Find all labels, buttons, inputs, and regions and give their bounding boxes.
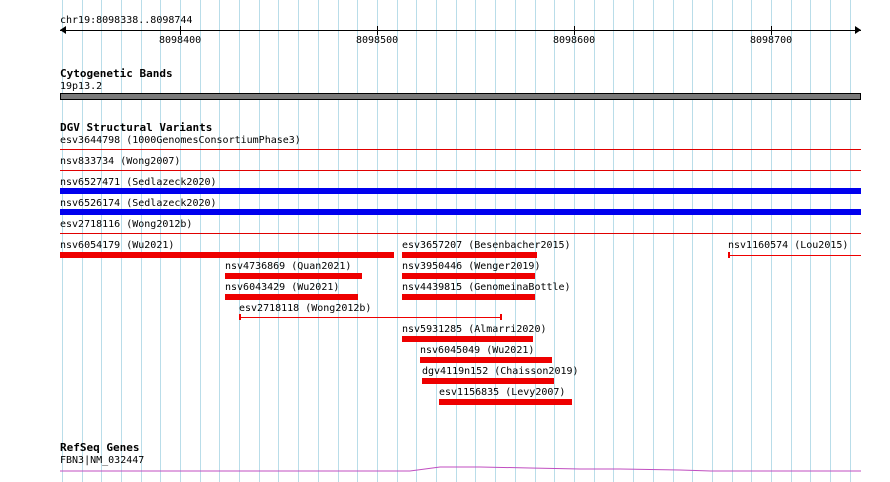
variant-label[interactable]: nsv4736869 (Quan2021) bbox=[225, 261, 351, 272]
ruler-tick bbox=[180, 26, 181, 35]
variant-label[interactable]: esv3657207 (Besenbacher2015) bbox=[402, 240, 571, 251]
cytoband-label: 19p13.2 bbox=[60, 81, 103, 92]
grid-line bbox=[338, 0, 339, 482]
variant-glyph[interactable] bbox=[225, 273, 362, 279]
variant-glyph[interactable] bbox=[728, 255, 861, 256]
scroll-right-arrow-icon[interactable] bbox=[855, 26, 861, 34]
ruler-tick-label: 8098500 bbox=[356, 35, 399, 46]
variant-label[interactable]: nsv4439815 (GenomeinaBottle) bbox=[402, 282, 571, 293]
variant-glyph[interactable] bbox=[60, 188, 861, 194]
variant-glyph[interactable] bbox=[239, 317, 502, 318]
variant-glyph[interactable] bbox=[60, 233, 861, 234]
variant-label[interactable]: nsv833734 (Wong2007) bbox=[60, 156, 180, 167]
variant-label[interactable]: esv1156835 (Levy2007) bbox=[439, 387, 565, 398]
variant-label[interactable]: nsv1160574 (Lou2015) bbox=[728, 240, 848, 251]
grid-line bbox=[377, 0, 378, 482]
ruler-tick-label: 8098600 bbox=[553, 35, 596, 46]
variant-glyph[interactable] bbox=[402, 294, 535, 300]
grid-line bbox=[180, 0, 181, 482]
variant-label[interactable]: nsv6054179 (Wu2021) bbox=[60, 240, 174, 251]
variant-glyph[interactable] bbox=[402, 336, 533, 342]
grid-line bbox=[200, 0, 201, 482]
scroll-left-arrow-icon[interactable] bbox=[60, 26, 66, 34]
grid-line bbox=[633, 0, 634, 482]
variant-label[interactable]: nsv3950446 (Wenger2019) bbox=[402, 261, 540, 272]
grid-line bbox=[397, 0, 398, 482]
ruler-tick-label: 8098700 bbox=[750, 35, 793, 46]
grid-line bbox=[692, 0, 693, 482]
dgv-track-title[interactable]: DGV Structural Variants bbox=[60, 122, 212, 134]
refseq-track-title[interactable]: RefSeq Genes bbox=[60, 442, 139, 454]
ruler-tick-label: 8098400 bbox=[159, 35, 202, 46]
grid-line bbox=[850, 0, 851, 482]
variant-label[interactable]: esv2718116 (Wong2012b) bbox=[60, 219, 192, 230]
variant-glyph-end[interactable] bbox=[500, 314, 502, 320]
ruler-tick bbox=[771, 26, 772, 35]
grid-line bbox=[712, 0, 713, 482]
variant-glyph[interactable] bbox=[60, 149, 861, 150]
ruler-tick bbox=[574, 26, 575, 35]
variant-label[interactable]: dgv4119n152 (Chaisson2019) bbox=[422, 366, 579, 377]
grid-line bbox=[239, 0, 240, 482]
grid-line bbox=[613, 0, 614, 482]
variant-label[interactable]: nsv6043429 (Wu2021) bbox=[225, 282, 339, 293]
cytoband-track-title[interactable]: Cytogenetic Bands bbox=[60, 68, 173, 80]
grid-line bbox=[219, 0, 220, 482]
grid-line bbox=[278, 0, 279, 482]
ruler-tick bbox=[377, 26, 378, 35]
variant-glyph[interactable] bbox=[402, 273, 535, 279]
variant-label[interactable]: nsv6045049 (Wu2021) bbox=[420, 345, 534, 356]
variant-label[interactable]: nsv6526174 (Sedlazeck2020) bbox=[60, 198, 217, 209]
cytoband-glyph[interactable] bbox=[60, 93, 861, 100]
variant-glyph[interactable] bbox=[402, 252, 537, 258]
grid-line bbox=[298, 0, 299, 482]
variant-glyph[interactable] bbox=[420, 357, 552, 363]
variant-label[interactable]: nsv5931285 (Almarri2020) bbox=[402, 324, 547, 335]
variant-label[interactable]: esv3644798 (1000GenomesConsortiumPhase3) bbox=[60, 135, 301, 146]
variant-glyph[interactable] bbox=[60, 170, 861, 171]
variant-glyph[interactable] bbox=[225, 294, 358, 300]
grid-line bbox=[357, 0, 358, 482]
variant-label[interactable]: nsv6527471 (Sedlazeck2020) bbox=[60, 177, 217, 188]
grid-line bbox=[594, 0, 595, 482]
grid-line bbox=[318, 0, 319, 482]
variant-glyph[interactable] bbox=[60, 209, 861, 215]
grid-line bbox=[574, 0, 575, 482]
grid-line bbox=[673, 0, 674, 482]
gene-glyph[interactable] bbox=[60, 462, 861, 474]
variant-label[interactable]: esv2718118 (Wong2012b) bbox=[239, 303, 371, 314]
grid-line bbox=[653, 0, 654, 482]
variant-glyph[interactable] bbox=[422, 378, 554, 384]
variant-glyph[interactable] bbox=[439, 399, 572, 405]
ruler-position-label: chr19:8098338..8098744 bbox=[60, 15, 193, 26]
grid-line bbox=[259, 0, 260, 482]
variant-glyph[interactable] bbox=[60, 252, 394, 258]
